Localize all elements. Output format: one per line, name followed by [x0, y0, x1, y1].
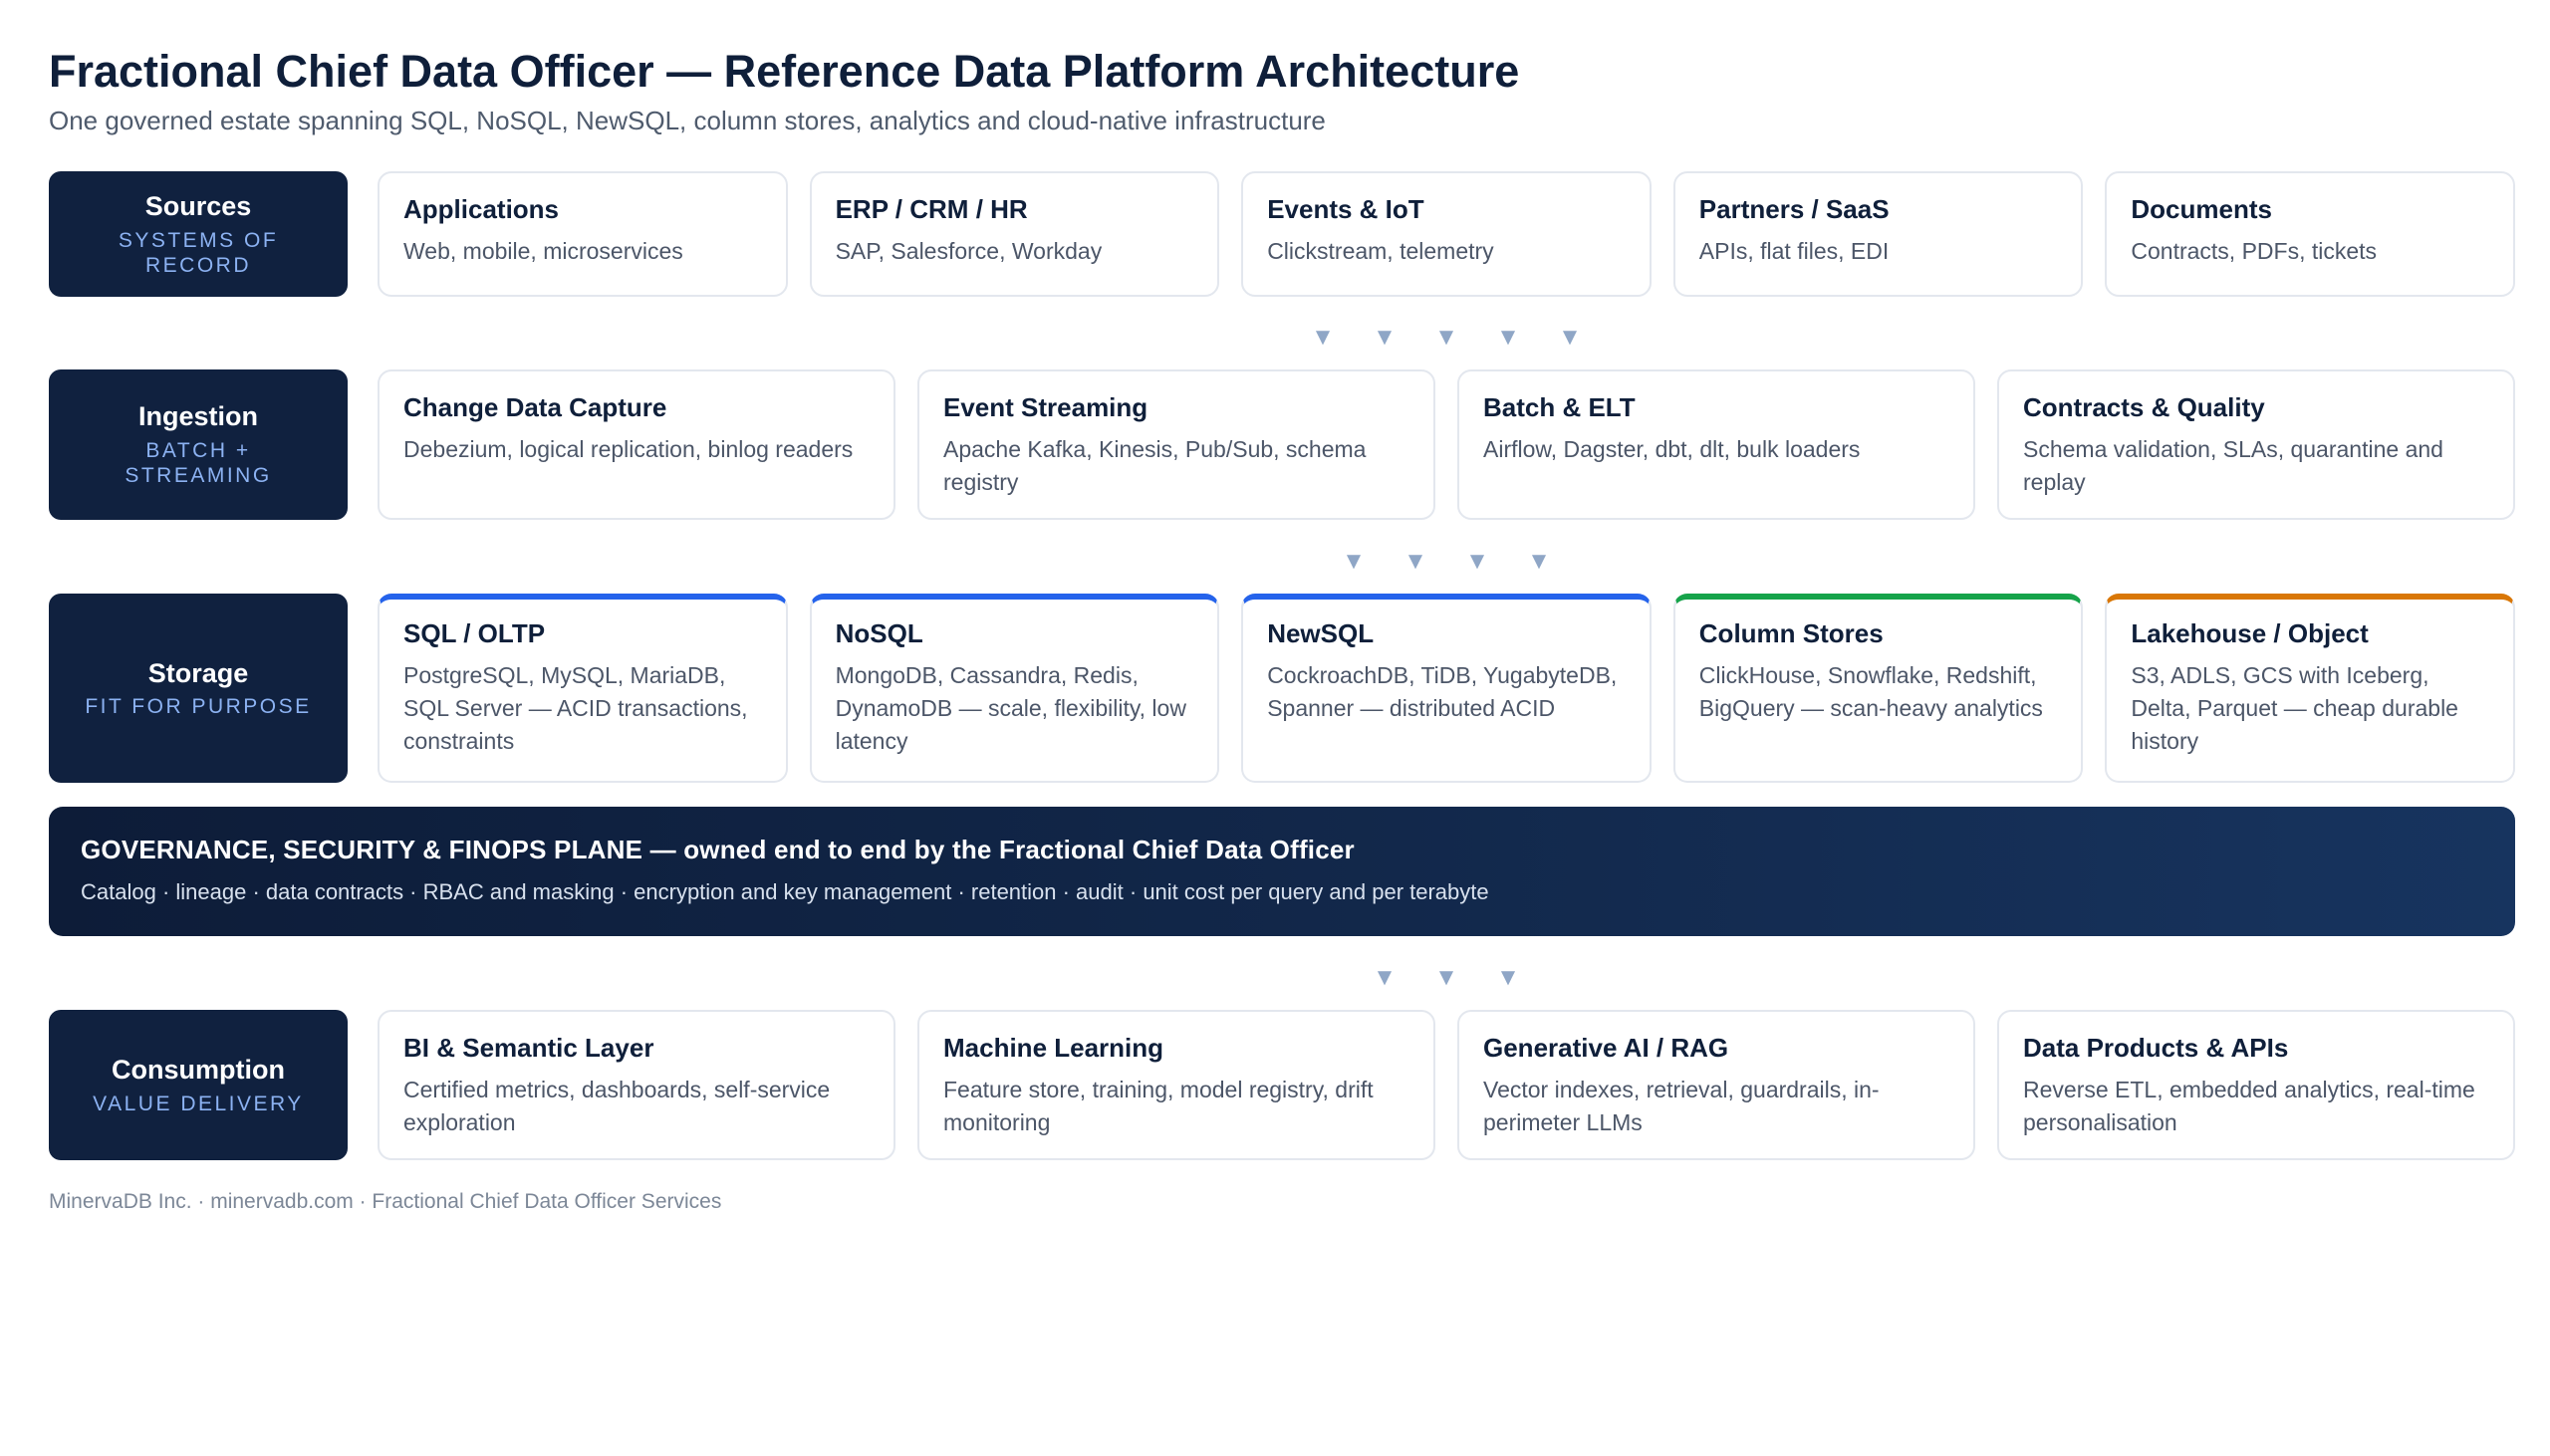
- card-title: NewSQL: [1267, 618, 1375, 648]
- card-desc: Clickstream, telemetry: [1267, 237, 1494, 264]
- down-arrow-icon: ▼: [1311, 324, 1335, 351]
- flow-arrows-ingestion: ▼ ▼ ▼ ▼: [49, 550, 2515, 574]
- card-title: Data Products & APIs: [2023, 1033, 2289, 1063]
- down-arrow-icon: ▼: [1373, 964, 1397, 991]
- consumption-card-machine-learning: Machine Learning Feature store, training…: [917, 1010, 1435, 1160]
- storage-card-newsql: NewSQL CockroachDB, TiDB, YugabyteDB, Sp…: [1241, 594, 1652, 783]
- down-arrow-icon: ▼: [1434, 324, 1458, 351]
- down-arrow-icon: ▼: [1527, 548, 1551, 575]
- governance-plane: GOVERNANCE, SECURITY & FINOPS PLANE — ow…: [49, 807, 2515, 936]
- ingestion-label: Ingestion Batch + streaming: [49, 369, 348, 520]
- card-desc: CockroachDB, TiDB, YugabyteDB, Spanner —…: [1267, 661, 1618, 722]
- ingestion-cards: Change Data Capture Debezium, logical re…: [378, 369, 2515, 520]
- sources-label-sub: Systems of record: [118, 228, 279, 277]
- governance-desc: Catalog · lineage · data contracts · RBA…: [81, 879, 1489, 904]
- consumption-card-bi-semantic: BI & Semantic Layer Certified metrics, d…: [378, 1010, 895, 1160]
- card-desc: Vector indexes, retrieval, guardrails, i…: [1483, 1076, 1880, 1136]
- card-desc: MongoDB, Cassandra, Redis, DynamoDB — sc…: [835, 661, 1186, 755]
- flow-arrows-sources: ▼ ▼ ▼ ▼ ▼: [49, 326, 2515, 350]
- footer-credit: MinervaDB Inc. · minervadb.com · Fractio…: [49, 1190, 722, 1213]
- card-title: BI & Semantic Layer: [403, 1033, 654, 1063]
- down-arrow-icon: ▼: [1558, 324, 1582, 351]
- down-arrow-icon: ▼: [1465, 548, 1489, 575]
- ingestion-card-cdc: Change Data Capture Debezium, logical re…: [378, 369, 895, 520]
- consumption-cards: BI & Semantic Layer Certified metrics, d…: [378, 1010, 2515, 1160]
- card-desc: APIs, flat files, EDI: [1698, 237, 1890, 264]
- card-desc: Schema validation, SLAs, quarantine and …: [2023, 435, 2443, 496]
- source-card-events-iot: Events & IoT Clickstream, telemetry: [1241, 171, 1652, 297]
- storage-card-nosql: NoSQL MongoDB, Cassandra, Redis, DynamoD…: [809, 594, 1220, 783]
- flow-arrows-governance: ▼ ▼ ▼: [49, 966, 2515, 990]
- card-desc: Contracts, PDFs, tickets: [2131, 237, 2378, 264]
- storage-card-sql-oltp: SQL / OLTP PostgreSQL, MySQL, MariaDB, S…: [378, 594, 788, 783]
- source-card-applications: Applications Web, mobile, microservices: [378, 171, 788, 297]
- card-title: Change Data Capture: [403, 392, 667, 422]
- storage-row: Storage Fit for purpose SQL / OLTP Postg…: [49, 594, 2515, 783]
- sources-label-title: Sources: [144, 190, 252, 221]
- sources-label: Sources Systems of record: [49, 171, 348, 297]
- sources-cards: Applications Web, mobile, microservices …: [378, 171, 2515, 297]
- consumption-card-genai-rag: Generative AI / RAG Vector indexes, retr…: [1457, 1010, 1975, 1160]
- ingestion-card-contracts-quality: Contracts & Quality Schema validation, S…: [1997, 369, 2515, 520]
- down-arrow-icon: ▼: [1434, 964, 1458, 991]
- card-desc: SAP, Salesforce, Workday: [835, 237, 1103, 264]
- card-title: NoSQL: [835, 618, 923, 648]
- sources-row: Sources Systems of record Applications W…: [49, 171, 2515, 297]
- ingestion-card-batch-elt: Batch & ELT Airflow, Dagster, dbt, dlt, …: [1457, 369, 1975, 520]
- storage-card-column-stores: Column Stores ClickHouse, Snowflake, Red…: [1672, 594, 2084, 783]
- source-card-partners-saas: Partners / SaaS APIs, flat files, EDI: [1672, 171, 2084, 297]
- source-card-erp-crm-hr: ERP / CRM / HR SAP, Salesforce, Workday: [809, 171, 1220, 297]
- consumption-label: Consumption Value delivery: [49, 1010, 348, 1160]
- ingestion-label-title: Ingestion: [138, 401, 258, 432]
- consumption-label-title: Consumption: [112, 1055, 285, 1086]
- card-desc: ClickHouse, Snowflake, Redshift, BigQuer…: [1698, 661, 2043, 722]
- source-card-documents: Documents Contracts, PDFs, tickets: [2105, 171, 2515, 297]
- card-title: ERP / CRM / HR: [835, 194, 1028, 224]
- storage-label-title: Storage: [147, 657, 249, 688]
- card-title: Event Streaming: [943, 392, 1148, 422]
- card-title: Events & IoT: [1267, 194, 1424, 224]
- card-title: Contracts & Quality: [2023, 392, 2265, 422]
- card-title: Batch & ELT: [1483, 392, 1636, 422]
- ingestion-label-sub: Batch + streaming: [125, 439, 272, 488]
- card-title: Documents: [2131, 194, 2272, 224]
- card-title: Machine Learning: [943, 1033, 1164, 1063]
- storage-card-lakehouse-object: Lakehouse / Object S3, ADLS, GCS with Ic…: [2105, 594, 2515, 783]
- card-title: SQL / OLTP: [403, 618, 546, 648]
- card-desc: Feature store, training, model registry,…: [943, 1076, 1374, 1136]
- down-arrow-icon: ▼: [1496, 964, 1520, 991]
- card-desc: Certified metrics, dashboards, self-serv…: [403, 1076, 831, 1136]
- down-arrow-icon: ▼: [1403, 548, 1427, 575]
- ingestion-card-event-streaming: Event Streaming Apache Kafka, Kinesis, P…: [917, 369, 1435, 520]
- down-arrow-icon: ▼: [1342, 548, 1366, 575]
- consumption-label-sub: Value delivery: [93, 1092, 304, 1115]
- storage-label-sub: Fit for purpose: [85, 695, 312, 719]
- card-desc: Apache Kafka, Kinesis, Pub/Sub, schema r…: [943, 435, 1367, 496]
- card-desc: Reverse ETL, embedded analytics, real-ti…: [2023, 1076, 2475, 1136]
- consumption-card-data-products-apis: Data Products & APIs Reverse ETL, embedd…: [1997, 1010, 2515, 1160]
- card-title: Applications: [403, 194, 560, 224]
- storage-cards: SQL / OLTP PostgreSQL, MySQL, MariaDB, S…: [378, 594, 2515, 783]
- page-subtitle: One governed estate spanning SQL, NoSQL,…: [49, 106, 1326, 135]
- card-desc: S3, ADLS, GCS with Iceberg, Delta, Parqu…: [2131, 661, 2458, 755]
- down-arrow-icon: ▼: [1496, 324, 1520, 351]
- governance-title: GOVERNANCE, SECURITY & FINOPS PLANE — ow…: [81, 835, 1355, 864]
- card-title: Partners / SaaS: [1698, 194, 1890, 224]
- card-title: Generative AI / RAG: [1483, 1033, 1729, 1063]
- card-desc: Web, mobile, microservices: [403, 237, 683, 264]
- storage-label: Storage Fit for purpose: [49, 594, 348, 783]
- down-arrow-icon: ▼: [1373, 324, 1397, 351]
- page-title: Fractional Chief Data Officer — Referenc…: [49, 46, 1520, 97]
- card-desc: Debezium, logical replication, binlog re…: [403, 435, 854, 462]
- card-title: Column Stores: [1698, 618, 1884, 648]
- card-desc: PostgreSQL, MySQL, MariaDB, SQL Server —…: [403, 661, 748, 755]
- consumption-row: Consumption Value delivery BI & Semantic…: [49, 1010, 2515, 1160]
- card-title: Lakehouse / Object: [2131, 618, 2369, 648]
- card-desc: Airflow, Dagster, dbt, dlt, bulk loaders: [1483, 435, 1861, 462]
- ingestion-row: Ingestion Batch + streaming Change Data …: [49, 369, 2515, 520]
